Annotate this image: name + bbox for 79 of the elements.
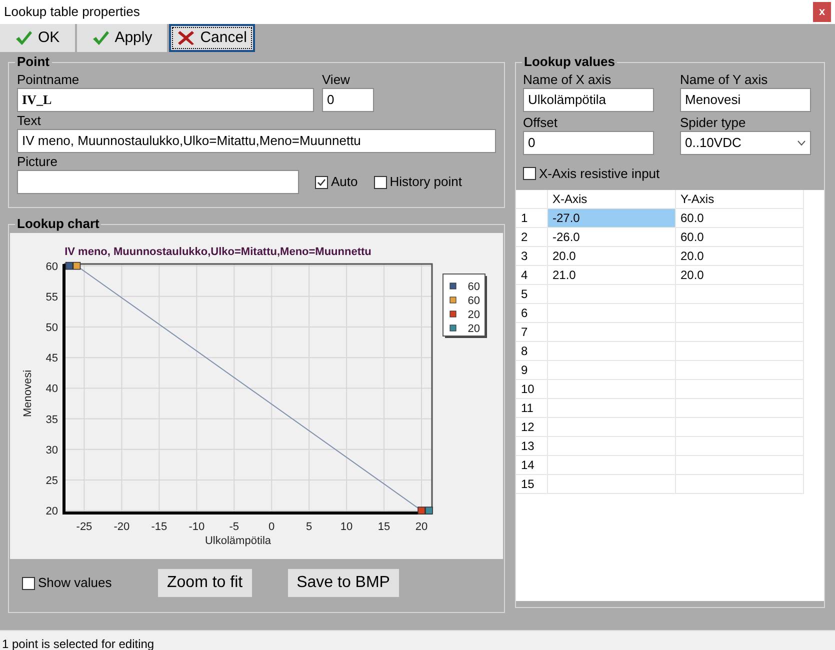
window-title: Lookup table properties bbox=[4, 3, 140, 22]
legend-label: 60 bbox=[468, 295, 480, 307]
field-label: Text bbox=[17, 112, 42, 129]
toolbar-button[interactable]: Cancel bbox=[169, 24, 255, 52]
field-label: Picture bbox=[17, 153, 58, 170]
field-label: Offset bbox=[523, 114, 558, 131]
axis-tick-label: 15 bbox=[378, 521, 390, 533]
axis-tick-label: 55 bbox=[46, 291, 58, 304]
text-field[interactable]: Ulkolämpötila bbox=[523, 88, 654, 112]
axis-tick-label: -25 bbox=[76, 521, 92, 533]
row-number: 15 bbox=[516, 474, 547, 494]
axis-tick-label: 50 bbox=[46, 322, 58, 334]
row-number: 12 bbox=[516, 418, 547, 436]
text-field[interactable]: 0 bbox=[523, 131, 654, 155]
row-number: 1 bbox=[516, 208, 547, 228]
axis-tick-label: 0 bbox=[268, 521, 275, 533]
axis-tick-label: 25 bbox=[46, 474, 58, 487]
legend-label: 20 bbox=[468, 323, 480, 335]
row-number: 13 bbox=[516, 436, 547, 456]
axis-tick-label: 40 bbox=[46, 383, 58, 396]
table-cell[interactable]: 21.0 bbox=[547, 266, 675, 284]
text-field[interactable]: IV meno, Muunnostaulukko,Ulko=Mitattu,Meno=Muunnettu bbox=[17, 129, 496, 153]
text-field[interactable]: Menovesi bbox=[680, 88, 811, 112]
dropdown[interactable]: 0..10VDC bbox=[680, 131, 811, 155]
axis-tick-label: -5 bbox=[229, 521, 240, 533]
checkbox-label: X-Axis resistive input bbox=[539, 165, 660, 183]
row-number: 10 bbox=[516, 380, 547, 398]
chart-title: IV meno, Muunnostaulukko,Ulko=Mitattu,Meno=Muunnettu bbox=[64, 246, 372, 258]
section-title: Lookup chart bbox=[15, 216, 102, 232]
axis-tick-label: 20 bbox=[415, 521, 428, 533]
table-cell[interactable]: 20.0 bbox=[547, 246, 675, 266]
axis-tick-label: 20 bbox=[46, 506, 58, 518]
row-number: 14 bbox=[516, 456, 547, 474]
row-number: 11 bbox=[516, 398, 547, 418]
row-number: 4 bbox=[516, 266, 547, 284]
table-cell[interactable]: 20.0 bbox=[675, 246, 803, 266]
field-label: Spider type bbox=[680, 114, 747, 131]
row-number: 2 bbox=[516, 228, 547, 246]
field-label: View bbox=[322, 71, 351, 88]
field-label: Name of Y axis bbox=[680, 71, 769, 88]
chart-button[interactable]: Zoom to fit bbox=[158, 569, 252, 597]
axis-tick-label: 45 bbox=[46, 352, 58, 365]
axis-tick-label: -10 bbox=[188, 521, 205, 533]
axis-tick-label: -15 bbox=[151, 521, 168, 533]
axis-tick-label: 30 bbox=[46, 444, 58, 456]
axis-tick-label: 60 bbox=[46, 260, 58, 273]
axis-tick-label: -20 bbox=[114, 521, 130, 533]
axis-title: Ulkolämpötila bbox=[204, 535, 272, 547]
row-number: 6 bbox=[516, 304, 547, 322]
status-text: 1 point is selected for editing bbox=[2, 636, 154, 650]
row-number: 7 bbox=[516, 322, 547, 342]
section-title: Lookup values bbox=[522, 54, 618, 70]
toolbar-button[interactable]: OK bbox=[0, 24, 75, 52]
row-number: 8 bbox=[516, 342, 547, 360]
table-cell[interactable]: 20.0 bbox=[675, 266, 803, 284]
text-field[interactable]: 0 bbox=[322, 88, 374, 112]
row-number: 3 bbox=[516, 246, 547, 266]
row-number: 9 bbox=[516, 360, 547, 380]
field-label: Name of X axis bbox=[523, 71, 612, 88]
legend-label: 60 bbox=[468, 281, 480, 293]
close-button[interactable]: x bbox=[813, 2, 831, 22]
legend-label: 20 bbox=[468, 309, 480, 321]
checkbox-label: Auto bbox=[331, 173, 358, 192]
table-cell[interactable]: -26.0 bbox=[547, 228, 675, 246]
axis-tick-label: 10 bbox=[340, 521, 353, 533]
axis-tick-label: 5 bbox=[306, 521, 312, 533]
axis-title: Menovesi bbox=[22, 370, 34, 418]
table-cell[interactable]: 60.0 bbox=[675, 208, 803, 228]
checkbox-label: Show values bbox=[38, 574, 112, 592]
text-field[interactable]: IV_L bbox=[17, 88, 314, 112]
axis-tick-label: 35 bbox=[46, 414, 58, 426]
field-label: Pointname bbox=[17, 71, 80, 88]
table-cell[interactable]: -27.0 bbox=[547, 208, 675, 228]
column-header: Y-Axis bbox=[675, 190, 803, 208]
chart-button[interactable]: Save to BMP bbox=[288, 569, 399, 597]
toolbar-button[interactable]: Apply bbox=[76, 24, 168, 52]
table-cell[interactable]: 60.0 bbox=[675, 228, 803, 246]
row-number: 5 bbox=[516, 284, 547, 304]
checkbox-label: History point bbox=[390, 173, 462, 192]
